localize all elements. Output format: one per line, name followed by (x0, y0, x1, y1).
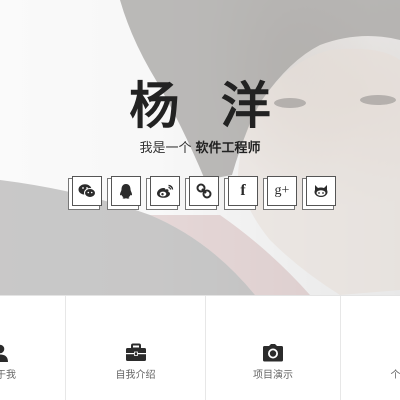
page-title: 杨 洋 (129, 77, 283, 135)
nav-label-contact: 个 (390, 370, 400, 381)
nav-item-projects[interactable]: 项目演示 (206, 296, 340, 400)
tagline-role: 软件工程师 (195, 141, 261, 156)
section-nav: 关于我 自我介绍 项目演示 个 (0, 295, 400, 400)
qq-link[interactable] (111, 176, 141, 206)
tagline-prefix: 我是一个 (139, 141, 192, 156)
google-plus-link[interactable]: g+ (267, 176, 297, 206)
user-icon (0, 344, 8, 362)
weibo-link[interactable] (150, 176, 180, 206)
nav-item-about-me[interactable]: 关于我 (0, 296, 65, 400)
facebook-link[interactable]: f (228, 176, 258, 206)
github-icon (314, 185, 328, 197)
tagline: 我是一个 软件工程师 (0, 140, 400, 158)
link-link[interactable] (189, 176, 219, 206)
facebook-icon: f (240, 182, 246, 199)
wechat-icon (78, 184, 96, 198)
link-icon (196, 183, 212, 199)
nav-item-introduction[interactable]: 自我介绍 (66, 296, 205, 400)
google-plus-icon: g+ (274, 183, 290, 198)
nav-label-about-me: 关于我 (0, 370, 16, 381)
camera-icon (263, 344, 283, 362)
briefcase-icon (125, 343, 146, 361)
nav-label-projects: 项目演示 (253, 370, 293, 381)
weibo-icon (157, 184, 174, 198)
nav-label-introduction: 自我介绍 (115, 370, 156, 381)
nav-item-contact[interactable]: 个 (341, 296, 400, 400)
qq-icon (120, 183, 132, 199)
hero-banner: 杨 洋 我是一个 软件工程师 f g+ (0, 0, 400, 295)
github-link[interactable] (306, 176, 336, 206)
wechat-link[interactable] (72, 176, 102, 206)
social-links: f g+ (70, 176, 336, 212)
